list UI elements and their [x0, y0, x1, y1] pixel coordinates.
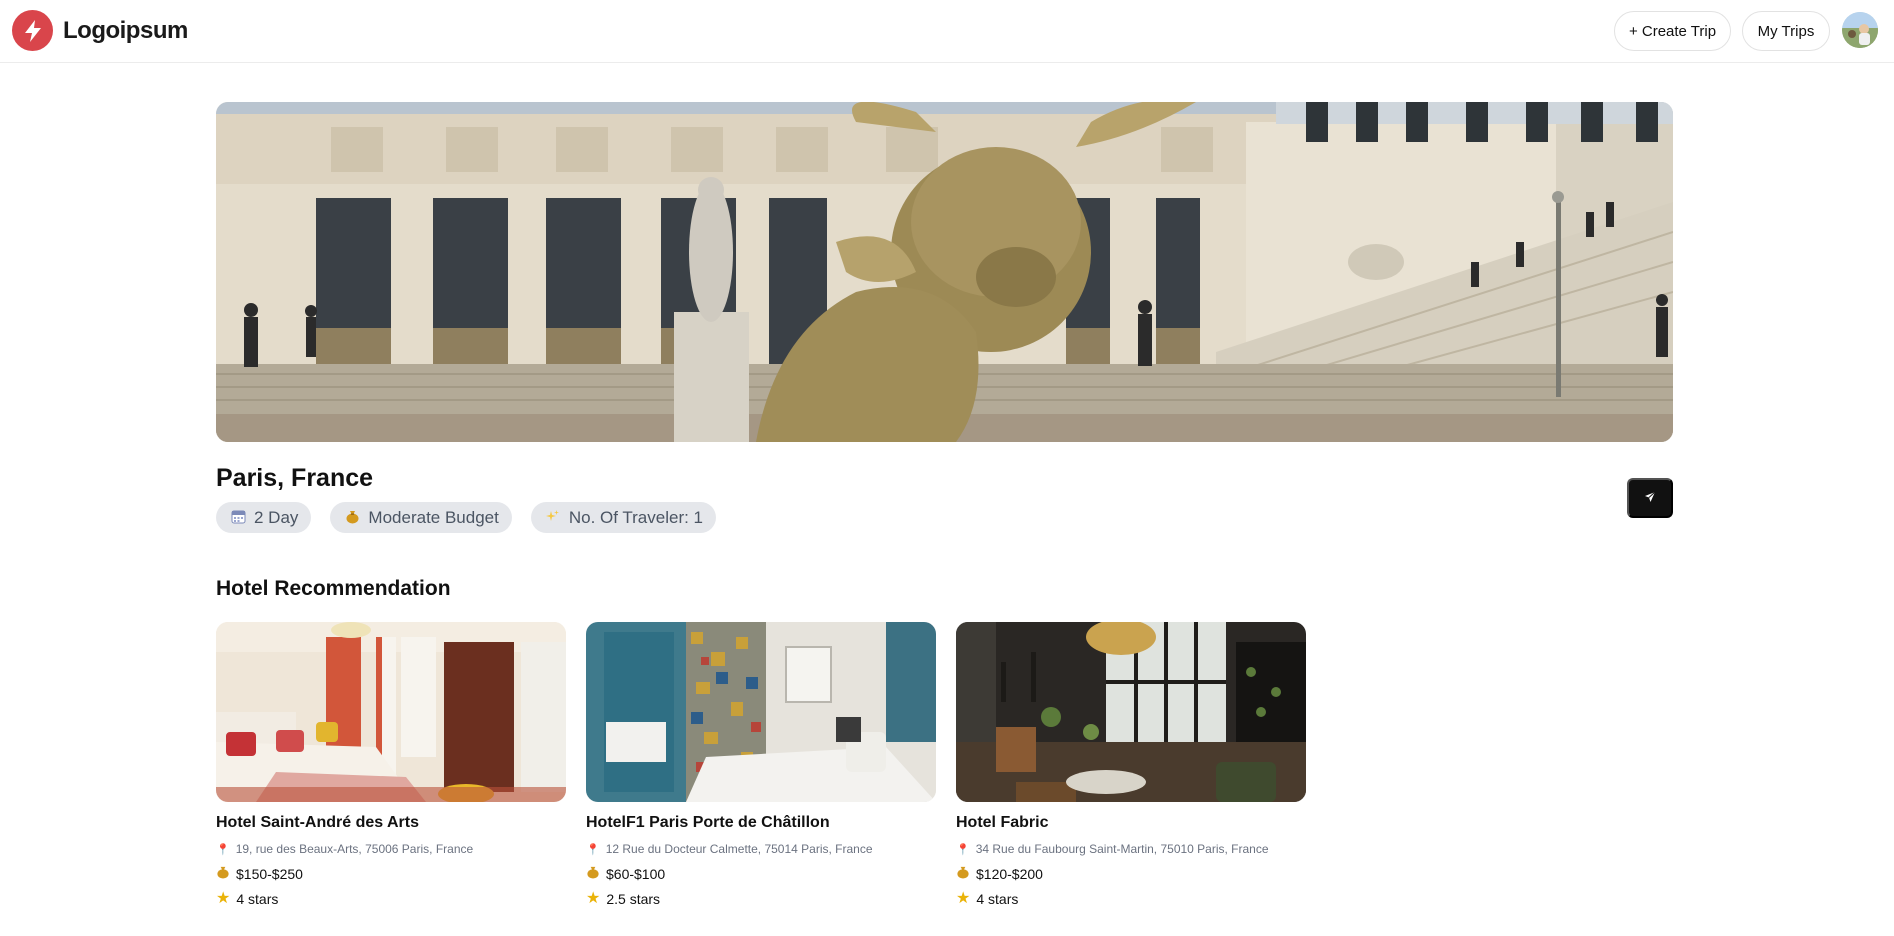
trip-chips: 2 Day Moderate Budget No. Of Traveler: 1	[216, 502, 717, 533]
hotel-image	[216, 622, 566, 802]
lightning-bolt-icon	[12, 10, 53, 51]
hotel-card[interactable]: Hotel Saint-André des Arts 📍 19, rue des…	[216, 622, 566, 907]
logo-text: Logoipsum	[63, 16, 188, 44]
star-icon: ★	[216, 890, 231, 907]
hotel-address: 📍 34 Rue du Faubourg Saint-Martin, 75010…	[956, 842, 1306, 856]
share-trip-button[interactable]	[1627, 478, 1673, 518]
calendar-icon	[230, 509, 246, 527]
hotel-address-text: 34 Rue du Faubourg Saint-Martin, 75010 P…	[975, 842, 1269, 856]
money-bag-icon	[956, 865, 970, 882]
logo[interactable]: Logoipsum	[12, 10, 188, 51]
hotel-name: Hotel Fabric	[956, 814, 1049, 831]
money-bag-icon	[586, 865, 600, 882]
star-icon: ★	[586, 890, 601, 907]
hotel-price: $120-$200	[956, 865, 1306, 882]
money-bag-icon	[344, 509, 360, 527]
hotel-address: 📍 19, rue des Beaux-Arts, 75006 Paris, F…	[216, 842, 566, 856]
hotel-price-text: $120-$200	[976, 865, 1043, 882]
hotel-address: 📍 12 Rue du Docteur Calmette, 75014 Pari…	[586, 842, 936, 856]
hotel-address-text: 12 Rue du Docteur Calmette, 75014 Paris,…	[605, 842, 873, 856]
hotel-name: Hotel Saint-André des Arts	[216, 814, 419, 831]
send-icon	[1644, 491, 1656, 506]
hotel-price-text: $60-$100	[606, 865, 666, 882]
hotel-name: HotelF1 Paris Porte de Châtillon	[586, 814, 830, 831]
avatar[interactable]	[1842, 12, 1878, 48]
hotel-card[interactable]: HotelF1 Paris Porte de Châtillon 📍 12 Ru…	[586, 622, 936, 907]
hotel-rating-text: 4 stars	[236, 891, 279, 907]
sparkle-icon	[545, 509, 561, 527]
days-chip-label: 2 Day	[254, 507, 299, 527]
hotel-address-text: 19, rue des Beaux-Arts, 75006 Paris, Fra…	[235, 842, 474, 856]
location-pin-icon: 📍	[216, 843, 230, 856]
hotel-rating: ★ 4 stars	[956, 890, 1306, 908]
travelers-chip-label: No. Of Traveler: 1	[568, 507, 704, 527]
hotel-image	[956, 622, 1306, 802]
hotel-rating-text: 4 stars	[976, 891, 1019, 907]
hotel-price-text: $150-$250	[236, 865, 303, 882]
hotel-image	[586, 622, 936, 802]
destination-hero-image	[216, 102, 1673, 442]
hotel-price: $60-$100	[586, 865, 936, 882]
star-icon: ★	[956, 890, 971, 907]
hotel-rating: ★ 4 stars	[216, 890, 566, 908]
days-chip: 2 Day	[216, 502, 312, 533]
location-pin-icon: 📍	[956, 843, 970, 856]
money-bag-icon	[216, 865, 230, 882]
budget-chip: Moderate Budget	[330, 502, 512, 533]
hotel-price: $150-$250	[216, 865, 566, 882]
location-pin-icon: 📍	[586, 843, 600, 856]
create-trip-button[interactable]: + Create Trip	[1614, 11, 1731, 51]
my-trips-button[interactable]: My Trips	[1742, 11, 1830, 51]
destination-title: Paris, France	[216, 464, 374, 492]
hotel-rating: ★ 2.5 stars	[586, 890, 936, 908]
travelers-chip: No. Of Traveler: 1	[530, 502, 717, 533]
hotel-section-title: Hotel Recommendation	[216, 577, 451, 600]
top-nav: Logoipsum + Create Trip My Trips	[0, 0, 1894, 63]
hotel-card[interactable]: Hotel Fabric 📍 34 Rue du Faubourg Saint-…	[956, 622, 1306, 907]
hotel-list: Hotel Saint-André des Arts 📍 19, rue des…	[216, 622, 1306, 907]
budget-chip-label: Moderate Budget	[368, 507, 499, 527]
hotel-rating-text: 2.5 stars	[606, 891, 661, 907]
